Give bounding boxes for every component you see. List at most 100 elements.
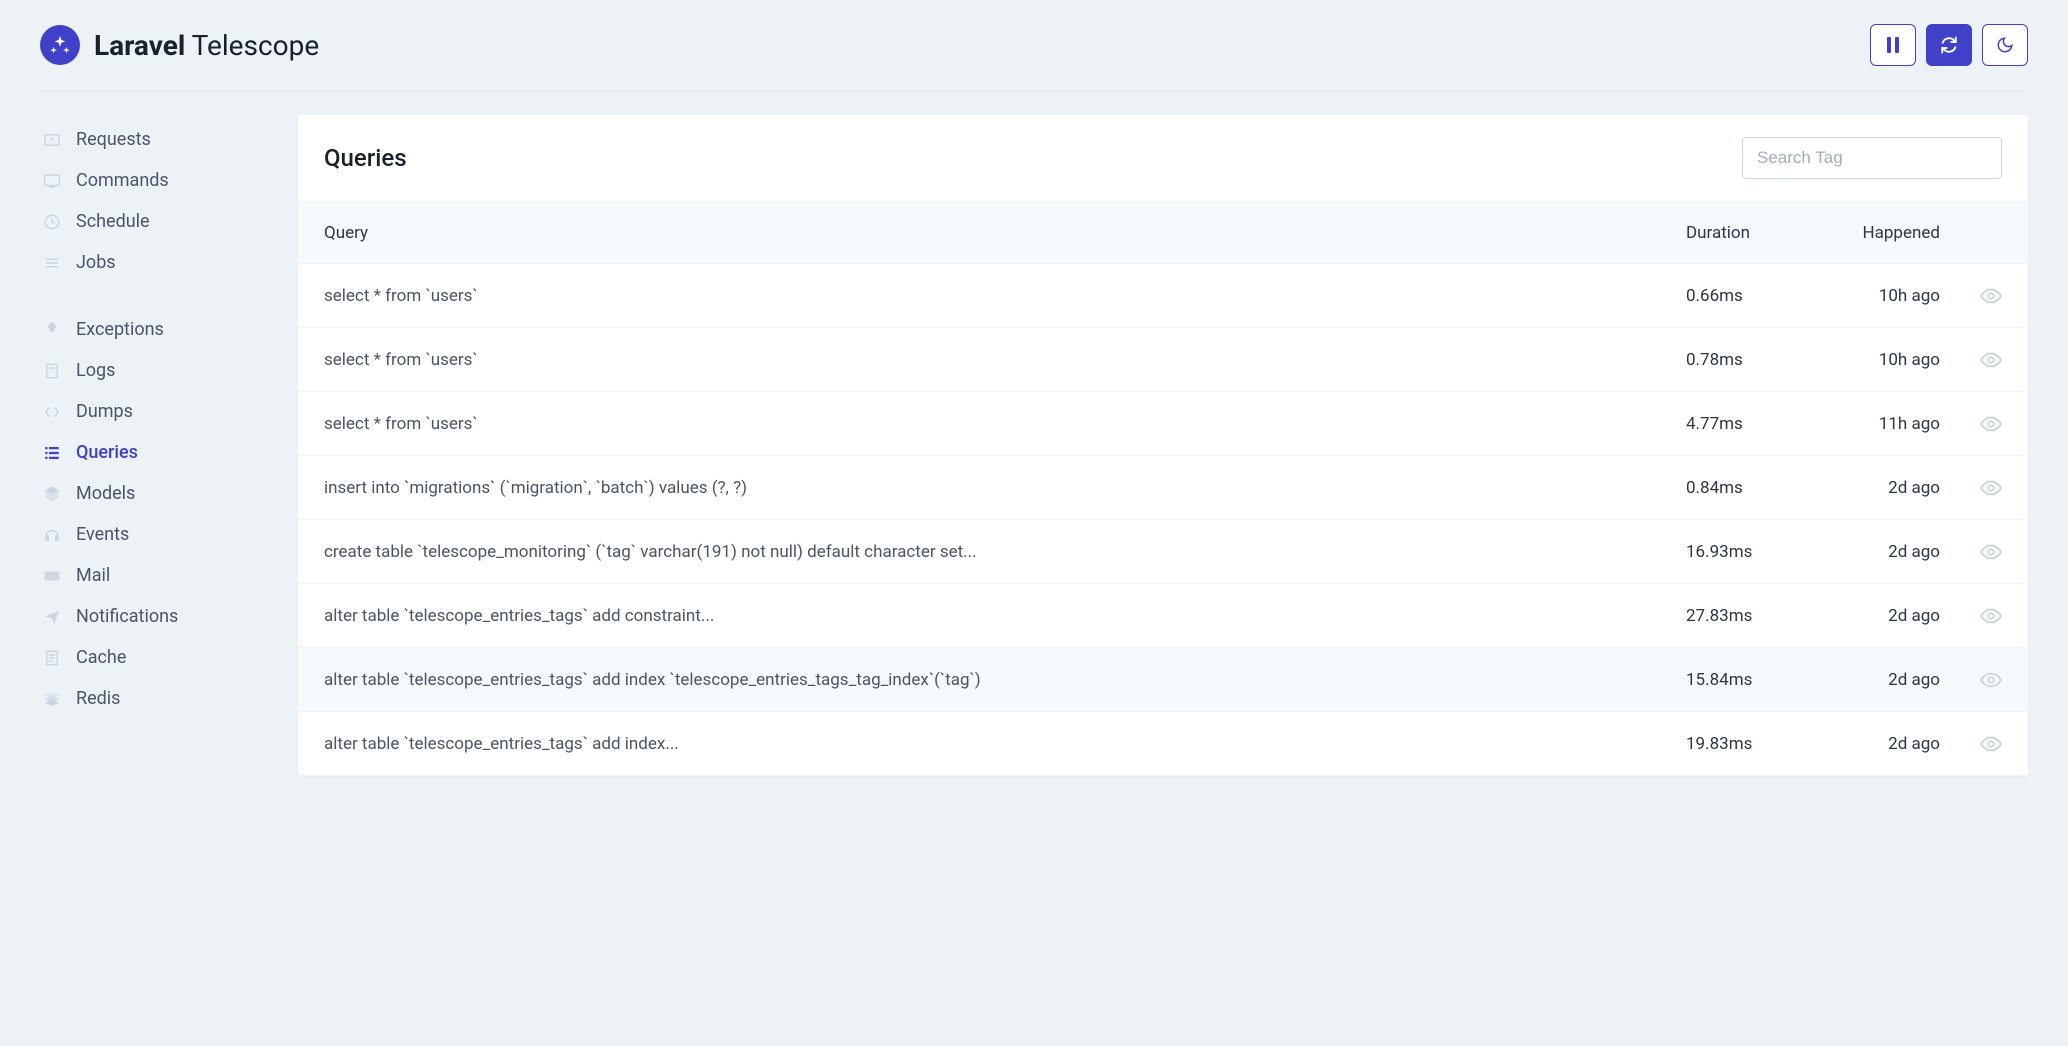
dumps-icon — [42, 402, 62, 422]
models-icon — [42, 484, 62, 504]
duration-cell: 0.78ms — [1686, 350, 1816, 370]
sidebar-item-label: Dumps — [76, 401, 133, 422]
duration-cell: 27.83ms — [1686, 606, 1816, 626]
table-row: alter table `telescope_entries_tags` add… — [298, 648, 2028, 712]
pause-icon — [1886, 37, 1900, 53]
sidebar-item-label: Requests — [76, 129, 151, 150]
header-actions — [1870, 24, 2028, 66]
sidebar-item-label: Commands — [76, 170, 169, 191]
eye-icon — [1980, 349, 2002, 371]
sidebar-item-label: Models — [76, 483, 135, 504]
jobs-icon — [42, 253, 62, 273]
sidebar-item-dumps[interactable]: Dumps — [40, 391, 270, 432]
eye-icon — [1980, 669, 2002, 691]
query-cell: select * from `users` — [324, 350, 1686, 370]
brand: Laravel Telescope — [40, 25, 319, 65]
sidebar-item-redis[interactable]: Redis — [40, 678, 270, 719]
query-cell: alter table `telescope_entries_tags` add… — [324, 606, 1686, 626]
table-row: create table `telescope_monitoring` (`ta… — [298, 520, 2028, 584]
view-details-button[interactable] — [1946, 605, 2002, 627]
cache-icon — [42, 648, 62, 668]
table-row: alter table `telescope_entries_tags` add… — [298, 584, 2028, 648]
sidebar-item-requests[interactable]: Requests — [40, 119, 270, 160]
sidebar-item-commands[interactable]: Commands — [40, 160, 270, 201]
view-details-button[interactable] — [1946, 285, 2002, 307]
search-input[interactable] — [1742, 137, 2002, 179]
sidebar-item-label: Cache — [76, 647, 126, 668]
refresh-icon — [1940, 36, 1958, 54]
exceptions-icon — [42, 320, 62, 340]
sidebar: Requests Commands Schedule Jobs Exceptions L… — [40, 115, 270, 776]
table-row: select * from `users`0.78ms10h ago — [298, 328, 2028, 392]
queries-card: Queries Query Duration Happened select *… — [298, 115, 2028, 776]
sidebar-item-jobs[interactable]: Jobs — [40, 242, 270, 283]
requests-icon — [42, 130, 62, 150]
sidebar-item-cache[interactable]: Cache — [40, 637, 270, 678]
sidebar-item-label: Notifications — [76, 606, 178, 627]
eye-icon — [1980, 413, 2002, 435]
sidebar-item-label: Mail — [76, 565, 110, 586]
happened-cell: 2d ago — [1816, 478, 1946, 498]
sidebar-item-label: Jobs — [76, 252, 116, 273]
column-header-query: Query — [324, 223, 1686, 243]
queries-icon — [42, 443, 62, 463]
duration-cell: 0.84ms — [1686, 478, 1816, 498]
duration-cell: 16.93ms — [1686, 542, 1816, 562]
happened-cell: 11h ago — [1816, 414, 1946, 434]
page-header: Laravel Telescope — [40, 0, 2028, 91]
table-row: select * from `users`4.77ms11h ago — [298, 392, 2028, 456]
redis-icon — [42, 689, 62, 709]
mail-icon — [42, 566, 62, 586]
eye-icon — [1980, 733, 2002, 755]
query-cell: select * from `users` — [324, 414, 1686, 434]
happened-cell: 10h ago — [1816, 286, 1946, 306]
sidebar-item-notifications[interactable]: Notifications — [40, 596, 270, 637]
column-header-duration: Duration — [1686, 223, 1816, 243]
sidebar-item-schedule[interactable]: Schedule — [40, 201, 270, 242]
view-details-button[interactable] — [1946, 541, 2002, 563]
table-row: alter table `telescope_entries_tags` add… — [298, 712, 2028, 776]
view-details-button[interactable] — [1946, 669, 2002, 691]
query-cell: select * from `users` — [324, 286, 1686, 306]
column-header-happened: Happened — [1816, 223, 1946, 243]
table-header-row: Query Duration Happened — [298, 202, 2028, 264]
theme-toggle-button[interactable] — [1982, 24, 2028, 66]
table-row: select * from `users`0.66ms10h ago — [298, 264, 2028, 328]
brand-name-light: Telescope — [192, 29, 320, 62]
sidebar-item-exceptions[interactable]: Exceptions — [40, 309, 270, 350]
sidebar-item-logs[interactable]: Logs — [40, 350, 270, 391]
schedule-icon — [42, 212, 62, 232]
brand-name-bold: Laravel — [94, 29, 185, 62]
sidebar-item-label: Events — [76, 524, 129, 545]
table-row: insert into `migrations` (`migration`, `… — [298, 456, 2028, 520]
duration-cell: 0.66ms — [1686, 286, 1816, 306]
view-details-button[interactable] — [1946, 413, 2002, 435]
card-title: Queries — [324, 144, 407, 172]
view-details-button[interactable] — [1946, 477, 2002, 499]
sidebar-item-models[interactable]: Models — [40, 473, 270, 514]
view-details-button[interactable] — [1946, 733, 2002, 755]
refresh-button[interactable] — [1926, 24, 1972, 66]
duration-cell: 4.77ms — [1686, 414, 1816, 434]
moon-icon — [1996, 36, 2014, 54]
query-cell: insert into `migrations` (`migration`, `… — [324, 478, 1686, 498]
sidebar-item-label: Redis — [76, 688, 120, 709]
query-cell: alter table `telescope_entries_tags` add… — [324, 670, 1686, 690]
sidebar-item-label: Schedule — [76, 211, 150, 232]
card-header: Queries — [298, 115, 2028, 202]
duration-cell: 15.84ms — [1686, 670, 1816, 690]
sidebar-item-queries[interactable]: Queries — [40, 432, 270, 473]
view-details-button[interactable] — [1946, 349, 2002, 371]
duration-cell: 19.83ms — [1686, 734, 1816, 754]
query-cell: create table `telescope_monitoring` (`ta… — [324, 542, 1686, 562]
logs-icon — [42, 361, 62, 381]
telescope-logo-icon — [49, 34, 71, 56]
pause-button[interactable] — [1870, 24, 1916, 66]
sidebar-item-label: Logs — [76, 360, 115, 381]
brand-logo — [40, 25, 80, 65]
happened-cell: 2d ago — [1816, 542, 1946, 562]
query-cell: alter table `telescope_entries_tags` add… — [324, 734, 1686, 754]
sidebar-item-mail[interactable]: Mail — [40, 555, 270, 596]
eye-icon — [1980, 541, 2002, 563]
sidebar-item-events[interactable]: Events — [40, 514, 270, 555]
